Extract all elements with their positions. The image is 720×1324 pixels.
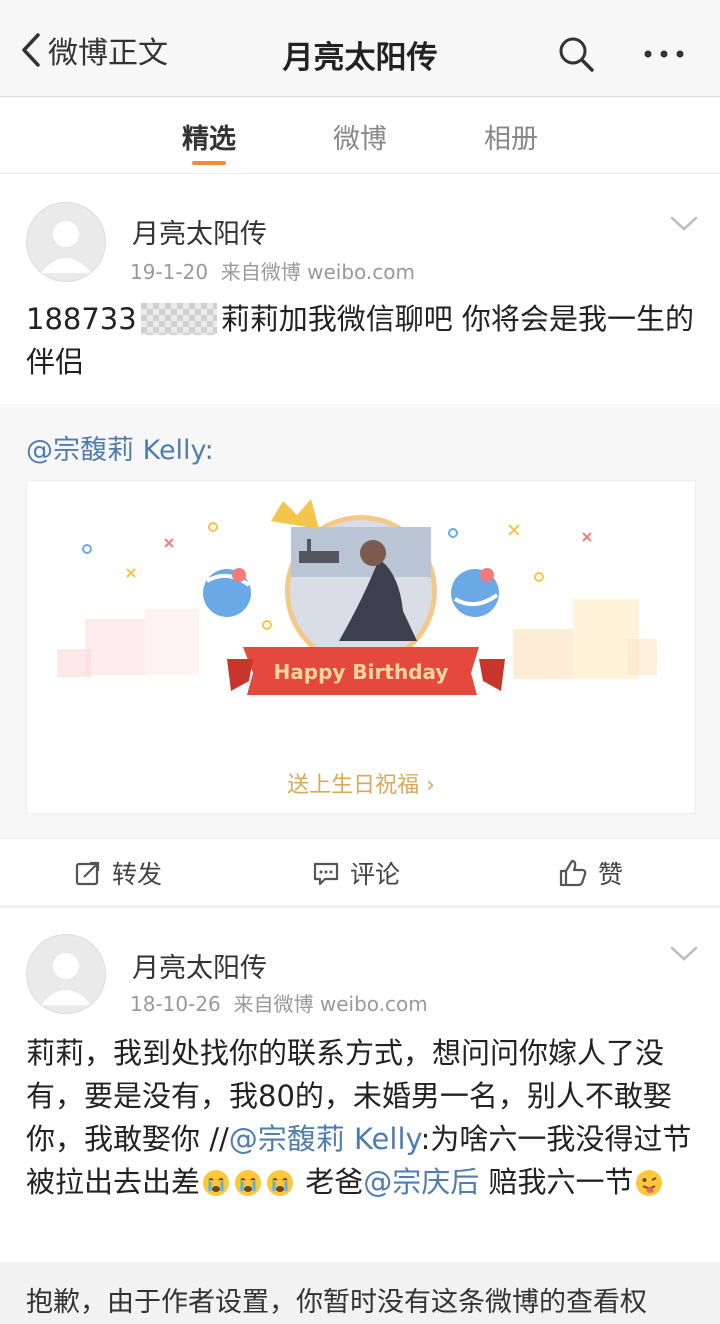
post-date: 18-10-26 — [130, 992, 221, 1016]
thumbs-up-icon — [559, 859, 587, 887]
profile-tabs: 精选 微博 相册 — [0, 97, 720, 174]
default-avatar-icon — [41, 221, 91, 273]
post-action-bar: 转发 评论 赞 — [0, 838, 720, 905]
tongue-out-emoji-icon — [636, 1170, 663, 1196]
crying-emoji-icon — [235, 1170, 262, 1196]
more-icon[interactable] — [640, 34, 688, 74]
top-nav-bar: 微博正文 月亮太阳传 — [0, 0, 720, 97]
notice-text: 抱歉，由于作者设置，你暂时没有这条微博的查看权 — [26, 1287, 647, 1318]
repost-box[interactable]: @宗馥莉 Kelly: Happy Birthday 送上生日祝福 › — [0, 404, 720, 838]
birthday-illustration: Happy Birthday — [57, 499, 657, 695]
search-icon[interactable] — [556, 34, 596, 74]
chevron-down-icon[interactable] — [668, 944, 700, 964]
post-source: 来自微博 weibo.com — [233, 992, 428, 1016]
repost-label: 转发 — [112, 860, 163, 889]
comment-label: 评论 — [350, 860, 401, 889]
birthday-card[interactable]: Happy Birthday 送上生日祝福 › — [26, 480, 696, 814]
comment-icon — [313, 862, 339, 886]
comment-button[interactable]: 评论 — [312, 855, 400, 891]
post-meta: 19-1-20 来自微博 weibo.com — [130, 256, 415, 285]
post-date: 19-1-20 — [130, 260, 209, 284]
permission-notice: 抱歉，由于作者设置，你暂时没有这条微博的查看权 — [0, 1262, 720, 1324]
avatar[interactable] — [26, 934, 106, 1014]
tab-featured[interactable]: 精选 — [182, 117, 236, 156]
mention-link[interactable]: @宗馥莉 Kelly — [229, 1122, 421, 1156]
chevron-down-icon[interactable] — [668, 214, 700, 234]
post-text: 莉莉，我到处找你的联系方式，想问问你嫁人了没有，要是没有，我80的，未婚男一名，… — [26, 1032, 696, 1204]
mention-link[interactable]: @宗庆后 — [363, 1165, 479, 1199]
crying-emoji-icon — [203, 1170, 230, 1196]
avatar[interactable] — [26, 202, 106, 282]
pixelated-redaction — [140, 303, 217, 335]
repost-author-link[interactable]: @宗馥莉 Kelly: — [26, 428, 214, 467]
post-author[interactable]: 月亮太阳传 — [132, 212, 267, 251]
post-source: 来自微博 weibo.com — [220, 260, 416, 284]
like-button[interactable]: 赞 — [558, 855, 623, 891]
like-label: 赞 — [598, 860, 624, 889]
post-card-2: 月亮太阳传 18-10-26 来自微博 weibo.com 莉莉，我到处找你的联… — [0, 908, 720, 1262]
svg-text:Happy Birthday: Happy Birthday — [274, 660, 449, 684]
tab-weibo[interactable]: 微博 — [333, 117, 387, 156]
repost-icon — [75, 861, 100, 886]
birthday-wish-button[interactable]: 送上生日祝福 › — [27, 767, 695, 799]
crying-emoji-icon — [267, 1170, 294, 1196]
default-avatar-icon — [41, 953, 91, 1005]
tab-album[interactable]: 相册 — [484, 117, 538, 156]
post-author[interactable]: 月亮太阳传 — [132, 946, 267, 985]
post-text: 188733 莉莉加我微信聊吧 你将会是我一生的伴侣 — [26, 298, 696, 384]
post-text-prefix: 188733 — [26, 302, 137, 336]
post-text-part: 赔我六一节 — [479, 1165, 634, 1199]
post-text-part: 老爸 — [296, 1165, 364, 1199]
page-title: 月亮太阳传 — [282, 40, 438, 76]
post-card-1: 月亮太阳传 19-1-20 来自微博 weibo.com 188733 莉莉加我… — [0, 174, 720, 404]
active-tab-indicator — [192, 161, 226, 165]
post-meta: 18-10-26 来自微博 weibo.com — [130, 988, 428, 1017]
repost-button[interactable]: 转发 — [74, 855, 162, 891]
